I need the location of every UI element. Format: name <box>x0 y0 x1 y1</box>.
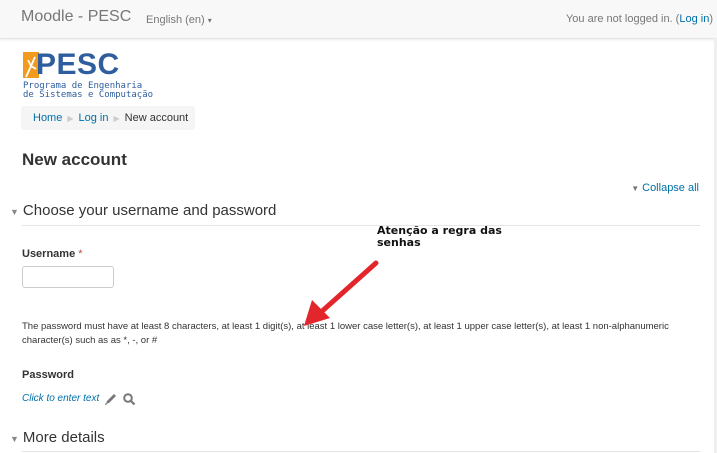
breadcrumb-current: New account <box>124 112 189 124</box>
section-toggle-credentials[interactable]: ▼ Choose your username and password <box>10 202 276 219</box>
username-label-text: Username <box>22 248 76 260</box>
top-navbar: Moodle - PESC English (en) ▾ You are not … <box>0 0 717 39</box>
language-label: English (en) <box>146 14 205 26</box>
site-brand-link[interactable]: Moodle - PESC <box>21 8 131 26</box>
triangle-down-icon: ▼ <box>631 184 640 193</box>
password-editable-field[interactable]: Click to enter text <box>22 393 99 404</box>
breadcrumb-home[interactable]: Home <box>33 112 62 124</box>
section-title-credentials: Choose your username and password <box>22 202 277 219</box>
caret-down-icon: ▾ <box>207 16 212 25</box>
triangle-down-icon: ▼ <box>10 207 19 217</box>
pencil-icon[interactable] <box>104 392 118 406</box>
login-status-text: You are not logged in. ( <box>565 13 680 25</box>
required-marker: * <box>78 248 83 260</box>
page-title: New account <box>22 150 127 169</box>
section-divider <box>22 451 700 452</box>
triangle-down-icon: ▼ <box>10 434 19 444</box>
breadcrumb-login[interactable]: Log in <box>79 112 109 124</box>
breadcrumb-separator-icon: ▶ <box>67 114 74 123</box>
section-toggle-more-details[interactable]: ▼ More details <box>10 429 105 446</box>
annotation-arrow-icon <box>304 260 379 326</box>
annotation-note: Atenção a regra das senhas <box>377 225 502 249</box>
username-input[interactable] <box>22 266 114 288</box>
breadcrumb: Home ▶ Log in ▶ New account <box>21 106 195 130</box>
annotation-line2: senhas <box>377 236 421 249</box>
collapse-all-link[interactable]: ▼ Collapse all <box>631 182 699 194</box>
breadcrumb-separator-icon: ▶ <box>113 114 120 123</box>
logo-subtitle-line2: de Sistemas e Computação <box>23 90 154 100</box>
section-title-more-details: More details <box>22 429 105 446</box>
login-link[interactable]: Log in <box>679 13 709 25</box>
logo-subtitle: Programa de Engenharia de Sistemas e Com… <box>23 82 153 100</box>
collapse-all-label: Collapse all <box>642 182 699 194</box>
password-label: Password <box>22 369 74 381</box>
username-label: Username * <box>22 248 83 260</box>
login-status: You are not logged in. (Log in) <box>566 13 713 25</box>
logo-wordmark: PESC <box>36 48 120 81</box>
section-divider <box>22 225 700 226</box>
login-status-close: ) <box>709 13 713 25</box>
magnifier-icon[interactable] <box>122 392 136 406</box>
language-menu[interactable]: English (en) ▾ <box>146 14 212 26</box>
